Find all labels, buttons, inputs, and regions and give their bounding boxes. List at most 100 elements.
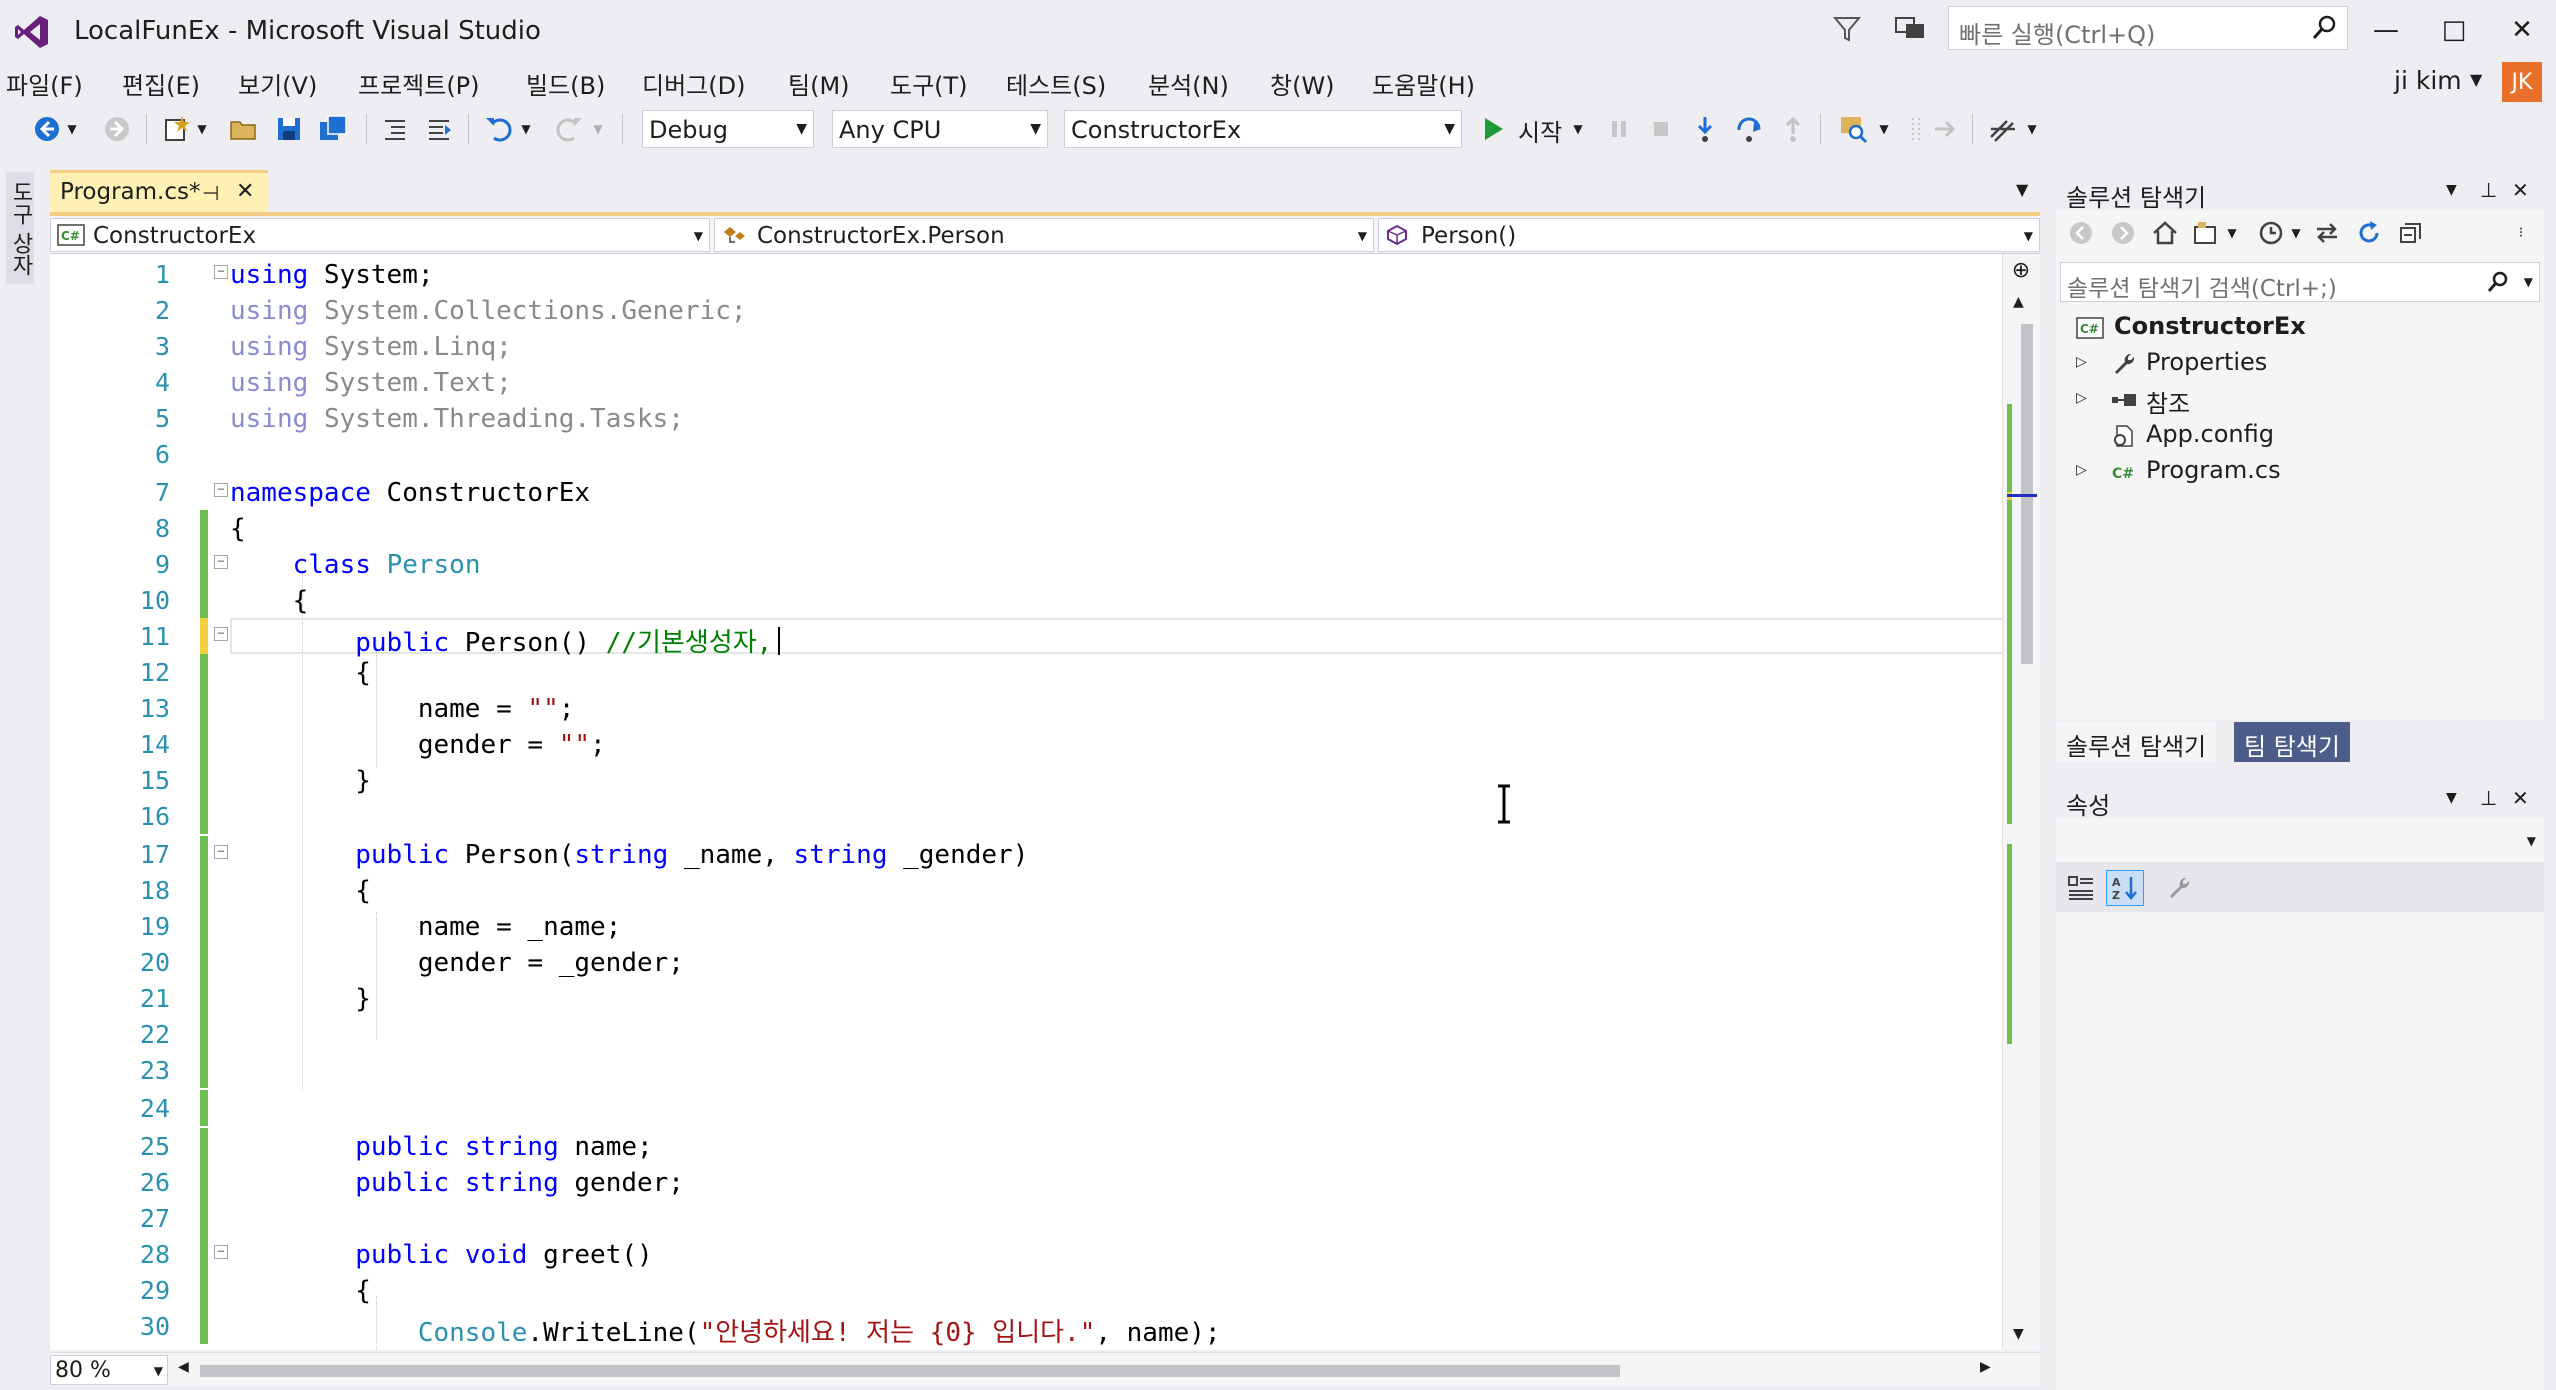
chevron-down-icon[interactable]: ▼: [2224, 218, 2240, 248]
menu-window[interactable]: 창(W): [1270, 66, 1335, 101]
comment-lines-icon[interactable]: [378, 112, 412, 146]
switch-views-icon[interactable]: [2192, 218, 2222, 248]
zoom-dropdown[interactable]: 80 % ▼: [50, 1355, 168, 1385]
step-out-icon[interactable]: [1776, 112, 1810, 146]
object-selector-dropdown[interactable]: ▼: [2056, 820, 2544, 860]
menu-project[interactable]: 프로젝트(P): [358, 66, 480, 101]
close-icon[interactable]: ✕: [2512, 178, 2529, 202]
solution-explorer-search-input[interactable]: 솔루션 탐색기 검색(Ctrl+;) ▼: [2060, 262, 2540, 302]
new-project-icon[interactable]: [160, 112, 194, 146]
pin-icon[interactable]: ⊣: [202, 181, 219, 205]
collapse-toggle[interactable]: −: [214, 627, 228, 641]
menu-debug[interactable]: 디버그(D): [642, 66, 745, 101]
categorized-icon[interactable]: [2062, 870, 2100, 906]
menu-build[interactable]: 빌드(B): [526, 66, 605, 101]
notification-filter-icon[interactable]: [1830, 12, 1864, 46]
open-file-icon[interactable]: [226, 112, 260, 146]
chevron-down-icon[interactable]: ▼: [2470, 70, 2482, 89]
toolbox-tab[interactable]: 도구 상자: [6, 172, 34, 284]
chevron-down-icon[interactable]: ▼: [2288, 218, 2304, 248]
window-position-chevron-down-icon[interactable]: ▼: [2446, 182, 2457, 198]
home-icon[interactable]: [2150, 218, 2180, 248]
expand-arrow-icon[interactable]: ▷: [2076, 354, 2092, 372]
code-editor[interactable]: 1 − using System; 2 using System.Collect…: [50, 254, 2040, 1350]
collapse-toggle[interactable]: −: [214, 483, 228, 497]
vertical-scrollbar[interactable]: ⊕ ▲ ▼: [2002, 254, 2040, 1350]
document-tab-program-cs[interactable]: Program.cs* ⊣ ✕: [50, 170, 268, 212]
find-in-files-icon[interactable]: [1836, 112, 1870, 146]
collapse-toggle[interactable]: −: [214, 555, 228, 569]
solution-configuration-dropdown[interactable]: Debug ▼: [642, 110, 814, 148]
pause-icon[interactable]: [1602, 112, 1636, 146]
scroll-left-icon[interactable]: ◀: [178, 1359, 189, 1375]
save-all-icon[interactable]: [316, 112, 350, 146]
menu-test[interactable]: 테스트(S): [1006, 66, 1106, 101]
type-navigation-dropdown[interactable]: ConstructorEx.Person ▼: [714, 218, 1374, 252]
sync-with-document-icon[interactable]: [2312, 218, 2342, 248]
toggle-breakpoints-icon[interactable]: [1986, 112, 2020, 146]
back-icon[interactable]: [2066, 218, 2096, 248]
collapse-toggle[interactable]: −: [214, 1245, 228, 1259]
menu-tools[interactable]: 도구(T): [890, 66, 968, 101]
menu-file[interactable]: 파일(F): [6, 66, 83, 101]
close-icon[interactable]: ✕: [2512, 786, 2529, 810]
menu-team[interactable]: 팀(M): [788, 66, 850, 101]
maximize-button[interactable]: □: [2424, 6, 2484, 54]
search-icon[interactable]: [2485, 269, 2511, 295]
user-name[interactable]: ji kim: [2394, 66, 2462, 95]
stop-icon[interactable]: [1644, 112, 1678, 146]
solution-platform-dropdown[interactable]: Any CPU ▼: [832, 110, 1048, 148]
navigate-forward-icon[interactable]: [100, 112, 134, 146]
feedback-icon[interactable]: [1892, 12, 1928, 46]
chevron-down-icon[interactable]: ▼: [2524, 275, 2533, 289]
close-button[interactable]: ✕: [2492, 6, 2552, 54]
collapse-toggle[interactable]: −: [214, 845, 228, 859]
step-over-icon[interactable]: [1732, 112, 1766, 146]
chevron-down-icon[interactable]: ▼: [1570, 112, 1586, 146]
collapse-toggle[interactable]: −: [214, 265, 228, 279]
navigate-back-icon[interactable]: [30, 112, 64, 146]
toolbar-options-icon[interactable]: ▼: [2024, 112, 2040, 146]
arrow-right-icon[interactable]: [1928, 112, 1962, 146]
menu-analyze[interactable]: 분석(N): [1148, 66, 1229, 101]
menu-view[interactable]: 보기(V): [238, 66, 317, 101]
menu-help[interactable]: 도움말(H): [1372, 66, 1475, 101]
save-icon[interactable]: [272, 112, 306, 146]
forward-icon[interactable]: [2108, 218, 2138, 248]
collapse-all-icon[interactable]: [2396, 218, 2426, 248]
minimize-button[interactable]: —: [2356, 6, 2416, 54]
split-window-icon[interactable]: ⊕: [2009, 258, 2033, 288]
toolbar-overflow-icon[interactable]: ⁝: [2506, 218, 2536, 248]
chevron-down-icon[interactable]: ▼: [590, 112, 606, 146]
step-into-icon[interactable]: [1688, 112, 1722, 146]
window-position-chevron-down-icon[interactable]: ▼: [2446, 790, 2457, 806]
uncomment-lines-icon[interactable]: [422, 112, 456, 146]
horizontal-scrollbar-thumb[interactable]: [200, 1365, 1620, 1377]
chevron-down-icon[interactable]: ▼: [1876, 112, 1892, 146]
expand-arrow-icon[interactable]: ▷: [2076, 462, 2092, 480]
redo-icon[interactable]: [552, 112, 586, 146]
alphabetical-icon[interactable]: AZ: [2106, 870, 2144, 906]
start-button-label[interactable]: 시작: [1518, 113, 1562, 148]
chevron-down-icon[interactable]: ▼: [64, 112, 80, 146]
menu-edit[interactable]: 편집(E): [122, 66, 200, 101]
undo-icon[interactable]: [482, 112, 516, 146]
quick-launch-input[interactable]: 빠른 실행(Ctrl+Q): [1948, 6, 2348, 50]
scroll-down-icon[interactable]: ▼: [2013, 1326, 2024, 1342]
member-navigation-dropdown[interactable]: Person() ▼: [1378, 218, 2040, 252]
startup-project-dropdown[interactable]: ConstructorEx ▼: [1064, 110, 1462, 148]
chevron-down-icon[interactable]: ▼: [194, 112, 210, 146]
expand-arrow-icon[interactable]: ▷: [2076, 390, 2092, 408]
pending-changes-filter-icon[interactable]: [2256, 218, 2286, 248]
tab-team-explorer[interactable]: 팀 탐색기: [2234, 722, 2350, 762]
property-pages-wrench-icon[interactable]: [2160, 870, 2198, 906]
avatar[interactable]: JK: [2502, 62, 2542, 102]
chevron-down-icon[interactable]: ▼: [518, 112, 534, 146]
pin-icon[interactable]: ⊥: [2480, 178, 2497, 202]
scroll-up-icon[interactable]: ▲: [2013, 294, 2024, 310]
start-debugging-icon[interactable]: [1476, 112, 1510, 146]
tab-overflow-chevron-down-icon[interactable]: ▼: [2016, 180, 2028, 199]
pin-icon[interactable]: ⊥: [2480, 786, 2497, 810]
tab-solution-explorer[interactable]: 솔루션 탐색기: [2056, 722, 2217, 762]
close-icon[interactable]: ✕: [236, 179, 254, 204]
